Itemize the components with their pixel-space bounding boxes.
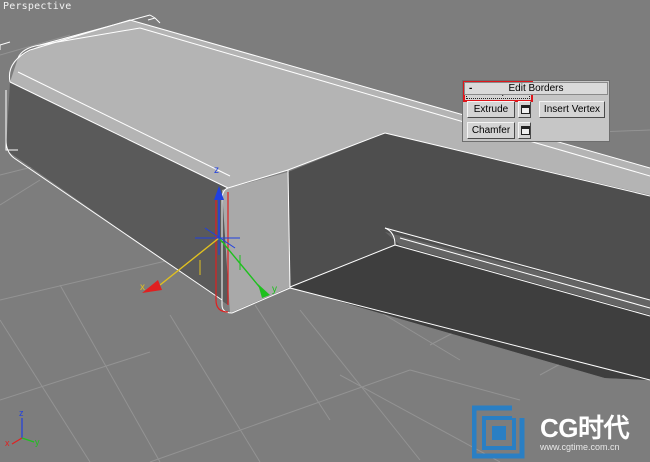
insert-vertex-button[interactable]: Insert Vertex <box>539 101 605 118</box>
viewport-scene[interactable]: z x y z x y <box>0 0 650 462</box>
extrude-settings-button[interactable] <box>518 101 531 118</box>
cg-logo-icon <box>472 404 526 459</box>
viewport-label[interactable]: Perspective <box>3 1 71 12</box>
world-axis-y-label: y <box>35 437 40 447</box>
gizmo-axis-z-label: z <box>214 165 219 176</box>
rollout-header[interactable]: - Edit Borders <box>464 82 608 95</box>
world-axis-x-label: x <box>5 438 10 448</box>
chamfer-button[interactable]: Chamfer <box>467 122 515 139</box>
gizmo-axis-x-label: x <box>140 282 145 293</box>
edit-borders-rollout: - Edit Borders Extrude Insert Vertex Cha… <box>462 80 610 142</box>
world-axis-tripod: z x y <box>5 408 40 448</box>
gizmo-axis-y-label: y <box>272 284 277 295</box>
chamfer-settings-button[interactable] <box>518 122 531 139</box>
watermark-text: CG时代 <box>540 413 630 443</box>
watermark-url: www.cgtime.com.cn <box>540 442 620 452</box>
settings-icon <box>521 105 530 114</box>
world-axis-z-label: z <box>19 408 24 418</box>
extrude-button[interactable]: Extrude <box>467 101 515 118</box>
watermark: CG时代 www.cgtime.com.cn <box>472 404 648 460</box>
perspective-viewport[interactable]: z x y z x y Perspective - Edit Borders E… <box>0 0 650 462</box>
rollout-title: Edit Borders <box>508 83 564 94</box>
box-object[interactable] <box>6 20 650 380</box>
settings-icon <box>521 126 530 135</box>
